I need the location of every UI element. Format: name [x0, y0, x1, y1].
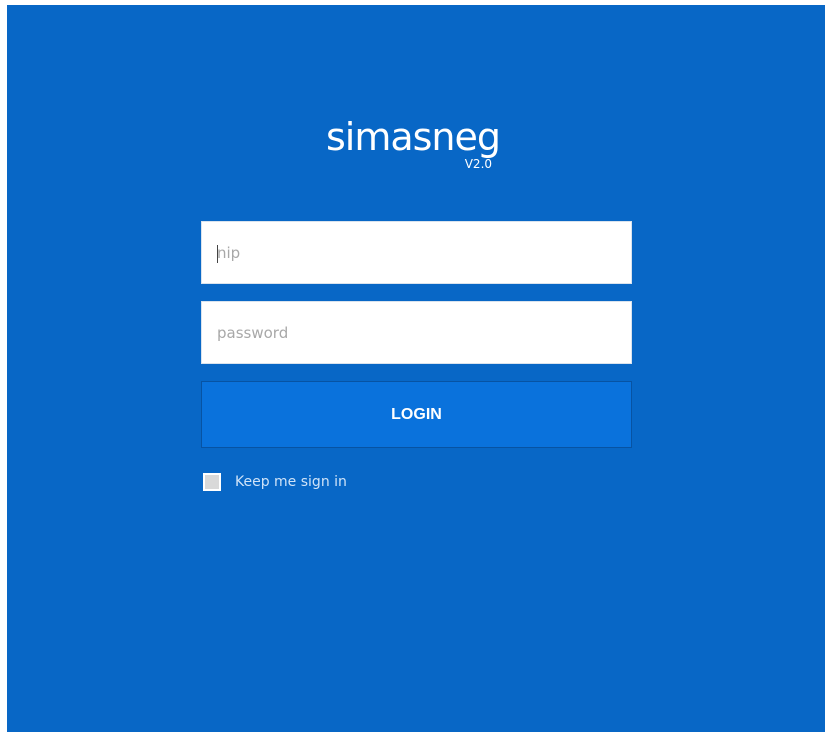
username-input[interactable] [202, 222, 631, 283]
logo-version: V2.0 [464, 157, 493, 171]
keep-signed-in-checkbox[interactable] [203, 473, 221, 491]
text-cursor [217, 245, 218, 263]
login-panel: simasneg V2.0 LOGIN Keep me sign in [7, 5, 825, 732]
password-field-wrapper [201, 301, 632, 364]
keep-signed-in-label[interactable]: Keep me sign in [235, 474, 347, 490]
password-input[interactable] [202, 302, 631, 363]
username-field-wrapper [201, 221, 632, 284]
login-button[interactable]: LOGIN [201, 381, 632, 448]
logo-wrap: simasneg V2.0 [325, 113, 506, 171]
keep-signed-in-row: Keep me sign in [203, 471, 347, 493]
app-logo: simasneg V2.0 [7, 113, 825, 171]
logo-name: simasneg [325, 115, 501, 159]
